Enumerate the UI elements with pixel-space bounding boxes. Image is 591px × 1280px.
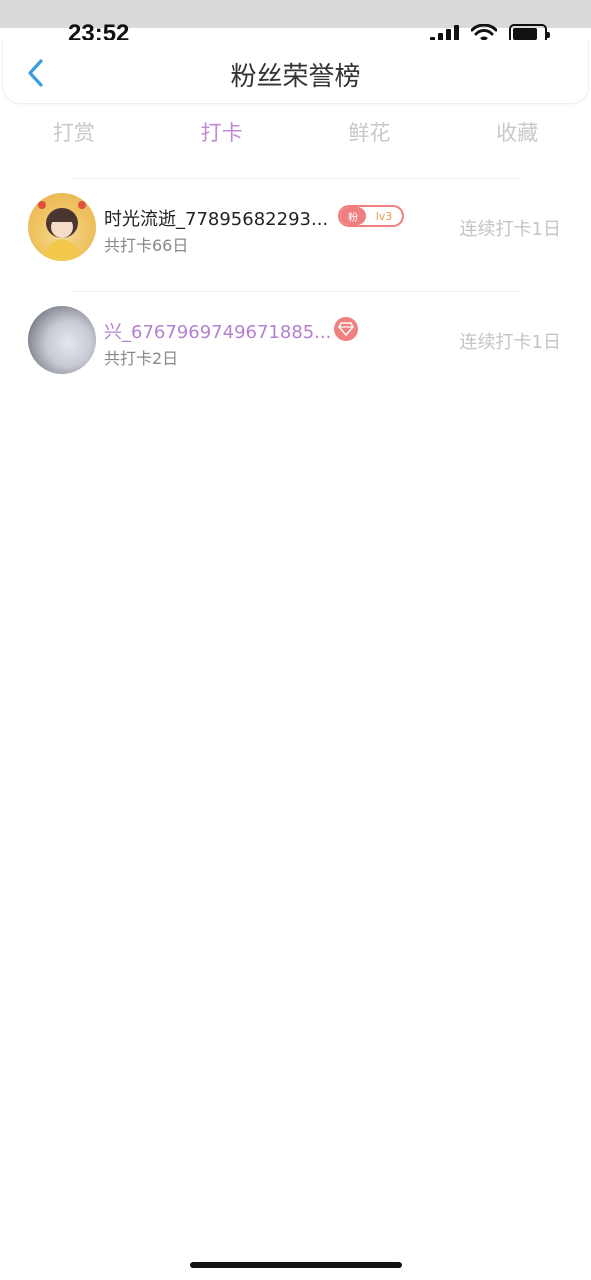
fan-list: 时光流逝_77895682293... 粉 lv3 共打卡66日 连续打卡1日 … (0, 178, 591, 404)
fan-level-badge: 粉 lv3 (338, 205, 404, 227)
total-checkins: 共打卡2日 (104, 349, 179, 368)
avatar[interactable] (28, 306, 96, 374)
streak-text: 连续打卡1日 (459, 219, 561, 240)
tab-reward[interactable]: 打赏 (0, 118, 148, 152)
fan-badge-level: lv3 (375, 209, 393, 223)
avatar[interactable] (28, 193, 96, 261)
tab-flowers[interactable]: 鲜花 (296, 118, 444, 152)
list-item[interactable]: 兴_6767969749671885... 共打卡2日 连续打卡1日 (0, 292, 591, 404)
diamond-icon (338, 322, 354, 336)
tab-favorites[interactable]: 收藏 (443, 118, 591, 152)
user-name[interactable]: 兴_6767969749671885... (104, 318, 331, 344)
page-title: 粉丝荣誉榜 (230, 62, 361, 92)
total-checkins: 共打卡66日 (104, 236, 189, 255)
vip-badge (334, 317, 358, 341)
fan-badge-label: 粉 (340, 207, 366, 225)
user-name[interactable]: 时光流逝_77895682293... (104, 205, 328, 231)
avatar-illustration (38, 201, 86, 261)
tab-checkin[interactable]: 打卡 (148, 118, 296, 152)
nav-header: 粉丝荣誉榜 (2, 40, 589, 104)
list-item[interactable]: 时光流逝_77895682293... 粉 lv3 共打卡66日 连续打卡1日 (0, 179, 591, 291)
tab-bar: 打赏 打卡 鲜花 收藏 (0, 118, 591, 152)
streak-text: 连续打卡1日 (459, 332, 561, 353)
home-indicator[interactable] (190, 1262, 402, 1268)
